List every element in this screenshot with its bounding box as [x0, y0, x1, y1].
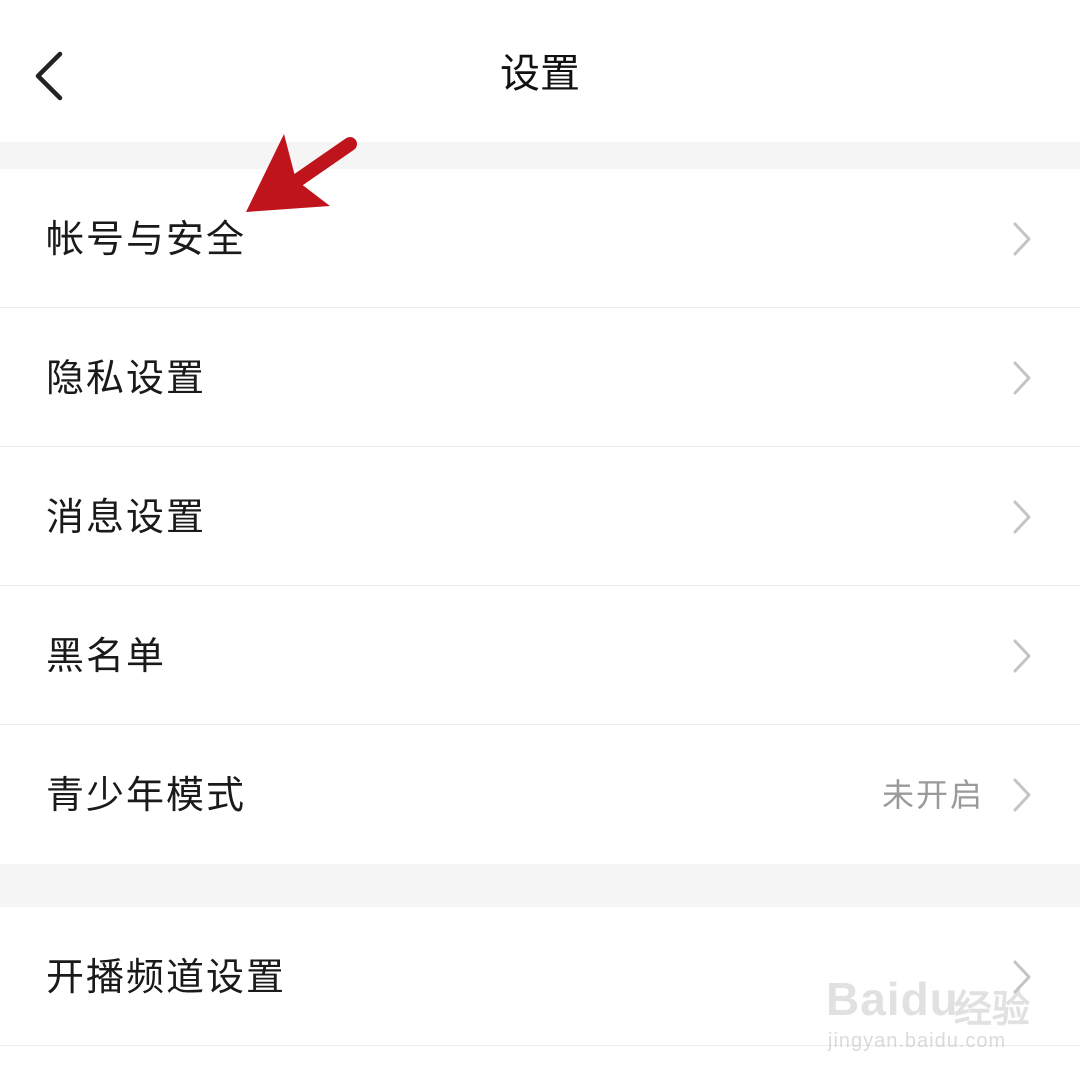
settings-item-label: 青少年模式: [46, 772, 247, 817]
nav-bar: 设置: [0, 0, 1080, 142]
settings-item-account-security[interactable]: 帐号与安全: [0, 169, 1080, 308]
section-gap: [0, 864, 1080, 907]
settings-item-message[interactable]: 消息设置: [0, 447, 1080, 586]
settings-item-label: 开播频道设置: [46, 954, 287, 999]
section-gap: [0, 142, 1080, 169]
settings-item-label: 消息设置: [46, 494, 207, 539]
page-title: 设置: [500, 51, 580, 97]
chevron-right-icon: [1010, 775, 1034, 815]
chevron-right-icon: [1010, 636, 1034, 676]
teen-mode-status: 未开启: [881, 775, 984, 814]
settings-item-label: 隐私设置: [46, 355, 207, 400]
chevron-right-icon: [1010, 219, 1034, 259]
chevron-right-icon: [1010, 957, 1034, 997]
settings-item-blacklist[interactable]: 黑名单: [0, 586, 1080, 725]
chevron-right-icon: [1010, 358, 1034, 398]
chevron-right-icon: [1010, 497, 1034, 537]
settings-item-teen-mode[interactable]: 青少年模式 未开启: [0, 725, 1080, 864]
settings-item-label: 黑名单: [46, 633, 167, 678]
settings-item-label: 帐号与安全: [46, 216, 247, 261]
settings-item-live-channel[interactable]: 开播频道设置: [0, 907, 1080, 1046]
settings-item-privacy[interactable]: 隐私设置: [0, 308, 1080, 447]
